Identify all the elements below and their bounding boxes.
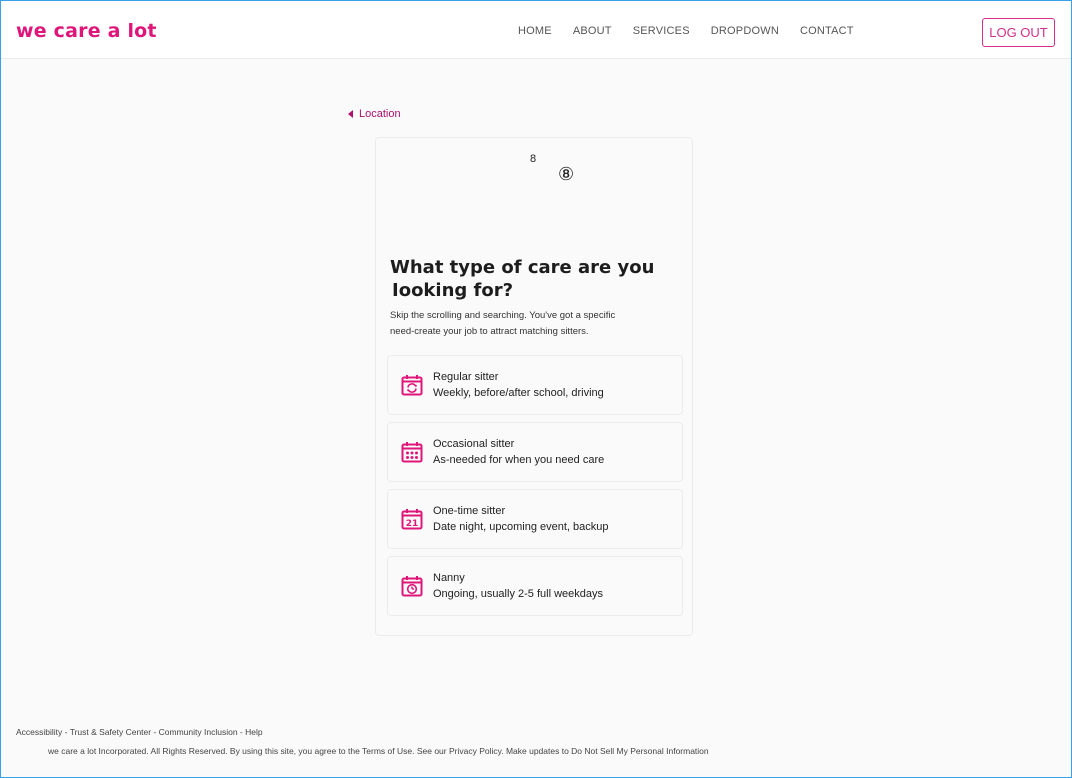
title-line-1: What type of care are you — [390, 257, 655, 278]
page-title: What type of care are you Iooking for? — [390, 256, 680, 302]
option-description: As-needed for when you need care — [433, 454, 605, 466]
calendar-repeat-icon — [401, 375, 423, 396]
step-indicator: ⑧ — [558, 164, 575, 185]
calendar-clock-icon — [401, 576, 423, 597]
calendar-day-text: 21 — [406, 519, 419, 529]
nav-home[interactable]: HOME — [518, 25, 552, 37]
footer-links[interactable]: Accessibility - Trust & Safety Center - … — [16, 727, 263, 737]
title-line-2: Iooking for? — [392, 280, 514, 301]
option-text: One-time sitter Date night, upcoming eve… — [433, 503, 609, 535]
option-nanny[interactable]: Nanny Ongoing, usually 2-5 full weekdays — [387, 556, 683, 616]
nav-about[interactable]: ABOUT — [573, 25, 612, 37]
main-nav: HOME ABOUT SERVICES DROPDOWN CONTACT — [518, 25, 854, 37]
top-header: we care a lot HOME ABOUT SERVICES DROPDO… — [1, 1, 1071, 59]
calendar-dots-icon — [401, 442, 423, 463]
option-title: One-time sitter — [433, 505, 506, 517]
option-title: Regular sitter — [433, 371, 499, 383]
footer-copyright: we care a lot Incorporated. All Rights R… — [48, 746, 709, 756]
option-text: Regular sitter Weekly, before/after scho… — [433, 369, 604, 401]
back-link[interactable]: Location — [348, 108, 401, 120]
step-number: 8 — [530, 153, 537, 165]
back-link-label: Location — [359, 108, 401, 120]
brand-logo[interactable]: we care a lot — [16, 20, 157, 42]
subtitle-line-2: need-create your job to attract matching… — [390, 326, 589, 337]
option-one-time-sitter[interactable]: 21 One-time sitter Date night, upcoming … — [387, 489, 683, 549]
option-title: Nanny — [433, 572, 465, 584]
option-description: Ongoing, usually 2-5 full weekdays — [433, 588, 603, 600]
subtitle-line-1: Skip the scrolling and searching. You've… — [390, 310, 616, 321]
calendar-21-icon: 21 — [401, 509, 423, 530]
logout-button[interactable]: LOG OUT — [982, 18, 1055, 47]
option-occasional-sitter[interactable]: Occasional sitter As-needed for when you… — [387, 422, 683, 482]
option-regular-sitter[interactable]: Regular sitter Weekly, before/after scho… — [387, 355, 683, 415]
care-type-card: 8 ⑧ What type of care are you Iooking fo… — [375, 137, 693, 636]
option-text: Nanny Ongoing, usually 2-5 full weekdays — [433, 570, 603, 602]
option-text: Occasional sitter As-needed for when you… — [433, 436, 604, 468]
option-description: Weekly, before/after school, driving — [433, 387, 604, 399]
nav-services[interactable]: SERVICES — [633, 25, 690, 37]
caret-left-icon — [348, 110, 353, 118]
nav-dropdown[interactable]: DROPDOWN — [711, 25, 779, 37]
option-title: Occasional sitter — [433, 438, 515, 450]
page-subtitle: Skip the scrolling and searching. You've… — [390, 308, 660, 340]
nav-contact[interactable]: CONTACT — [800, 25, 854, 37]
option-description: Date night, upcoming event, backup — [433, 521, 609, 533]
